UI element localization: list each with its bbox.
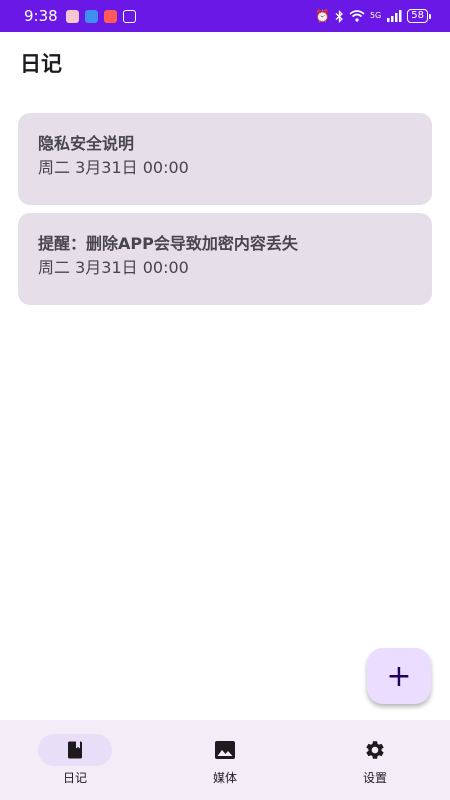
- entry-title: 提醒：删除APP会导致加密内容丢失: [38, 234, 298, 253]
- book-icon: [68, 741, 82, 759]
- entry-date: 周二 3月31日 00:00: [38, 158, 189, 177]
- nav-label-settings: 设置: [362, 771, 387, 785]
- status-left: 9:38: [24, 7, 136, 25]
- nav-active-indicator: [38, 734, 112, 766]
- image-icon: [215, 741, 235, 759]
- notification-message-icon: [84, 9, 98, 23]
- add-icon: +: [386, 658, 412, 694]
- nav-item-diary[interactable]: 日记: [0, 720, 150, 800]
- wifi-icon: [349, 10, 365, 22]
- add-entry-button[interactable]: +: [367, 648, 431, 704]
- battery-icon: 58: [407, 9, 431, 23]
- alarm-icon: ⏰: [315, 9, 330, 23]
- notification-gallery-icon: [103, 9, 117, 23]
- status-time: 9:38: [24, 7, 58, 25]
- diary-entry-card[interactable]: 提醒：删除APP会导致加密内容丢失 周二 3月31日 00:00: [18, 213, 432, 305]
- nav-item-settings[interactable]: 设置: [300, 720, 450, 800]
- nav-item-media[interactable]: 媒体: [150, 720, 300, 800]
- network-type: 5G: [369, 11, 382, 20]
- nav-label-diary: 日记: [62, 771, 87, 785]
- nfc-icon: [122, 9, 136, 23]
- status-bar: 9:38 ⏰ 5G 58: [0, 0, 450, 32]
- entry-date: 周二 3月31日 00:00: [38, 258, 189, 277]
- diary-entry-card[interactable]: 隐私安全说明 周二 3月31日 00:00: [18, 113, 432, 205]
- diary-entry-list: 隐私安全说明 周二 3月31日 00:00 提醒：删除APP会导致加密内容丢失 …: [18, 113, 432, 313]
- nav-label-media: 媒体: [212, 771, 237, 785]
- gear-icon: [366, 741, 384, 759]
- page-title: 日记: [20, 52, 62, 76]
- status-right: ⏰ 5G 58: [315, 9, 431, 23]
- signal-icon: [387, 10, 402, 22]
- entry-title: 隐私安全说明: [38, 134, 135, 153]
- notification-app-icon: [65, 9, 79, 23]
- bottom-navigation: 日记 媒体 设置: [0, 720, 450, 800]
- bluetooth-icon: [335, 9, 343, 23]
